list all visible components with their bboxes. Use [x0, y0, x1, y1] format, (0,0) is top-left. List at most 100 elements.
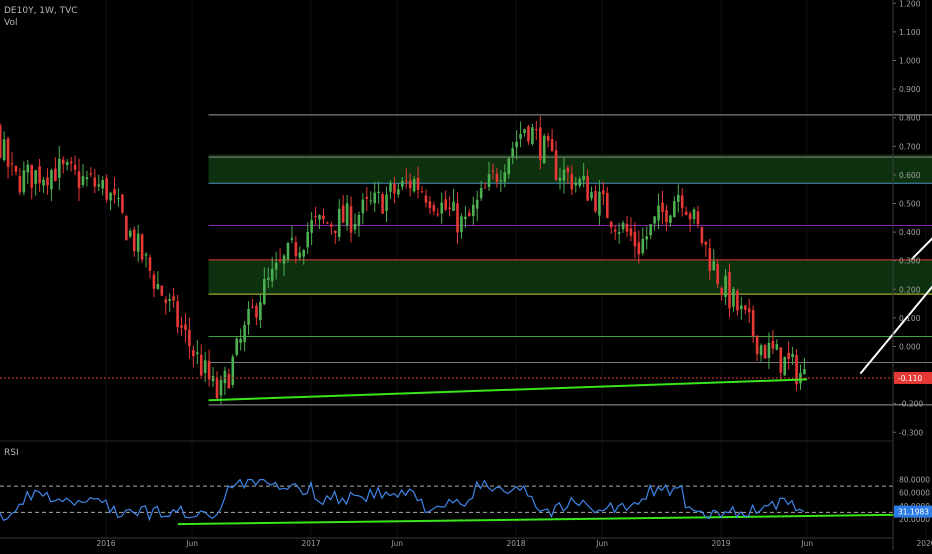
candle-body — [314, 216, 317, 217]
candle-body — [496, 174, 499, 182]
candle-body — [574, 183, 577, 186]
fib-zone-1 — [209, 155, 932, 184]
candle-body — [342, 205, 345, 222]
candle-body — [578, 179, 581, 186]
candle-body — [535, 129, 538, 130]
candle-body — [582, 176, 585, 180]
time-tick-label: 2019 — [711, 539, 730, 548]
candle-body — [693, 209, 696, 219]
candle-body — [66, 162, 69, 165]
candle-body — [90, 173, 93, 174]
candle-body — [594, 191, 597, 212]
candle-body — [748, 308, 751, 312]
candle-body — [618, 232, 621, 234]
time-tick-label: Jun — [390, 539, 403, 548]
candle-body — [373, 193, 376, 204]
candle-body — [184, 324, 187, 330]
candle-body — [224, 371, 227, 384]
candle-body — [38, 166, 41, 183]
candle-body — [26, 165, 29, 173]
candle-body — [626, 224, 629, 232]
candle-body — [50, 170, 53, 189]
candle-body — [669, 216, 672, 223]
candle-body — [756, 336, 759, 355]
candle-body — [685, 212, 688, 215]
candle-body — [417, 178, 420, 190]
candle-body — [476, 200, 479, 209]
candle-body — [523, 129, 526, 133]
candle-body — [82, 176, 85, 185]
candle-body — [247, 309, 250, 325]
time-tick-label: Jun — [185, 539, 198, 548]
candle-body — [634, 232, 637, 247]
candle-body — [488, 174, 491, 187]
candle-body — [11, 163, 14, 164]
candle-body — [413, 179, 416, 191]
candle-body — [74, 165, 77, 170]
price-tick-label: 1.200 — [899, 0, 921, 8]
candle-body — [689, 213, 692, 219]
candle-body — [776, 344, 779, 350]
candle-body — [0, 125, 1, 157]
candle-body — [97, 184, 100, 186]
price-tick-label: 0.300 — [899, 257, 921, 266]
candle-body — [354, 224, 357, 230]
candle-body — [306, 232, 309, 248]
candle-body — [586, 176, 589, 201]
candle-body — [665, 210, 668, 222]
price-tick-label: -0.200 — [899, 400, 923, 409]
candle-body — [377, 192, 380, 193]
candle-body — [760, 345, 763, 355]
candle-body — [291, 238, 294, 240]
candle-body — [507, 158, 510, 174]
candle-body — [697, 211, 700, 224]
candle-body — [125, 216, 128, 240]
candle-body — [153, 274, 156, 288]
candle-body — [539, 127, 542, 159]
candle-body — [389, 183, 392, 192]
candle-body — [255, 306, 258, 318]
candle-body — [78, 171, 81, 188]
candle-body — [409, 181, 412, 189]
candle-body — [133, 230, 136, 252]
candle-body — [180, 325, 183, 327]
candle-body — [295, 242, 298, 256]
candle-body — [228, 374, 231, 389]
candle-body — [405, 181, 408, 182]
candle-body — [350, 206, 353, 233]
price-tick-label: 1.100 — [899, 28, 921, 37]
candle-body — [141, 234, 144, 259]
candle-body — [563, 170, 566, 181]
candle-body — [772, 341, 775, 349]
candle-body — [468, 213, 471, 216]
candle-body — [121, 195, 124, 213]
candle-body — [161, 286, 164, 296]
candle-body — [157, 284, 160, 289]
candle-body — [172, 296, 175, 300]
candle-body — [208, 361, 211, 380]
candle-body — [641, 239, 644, 253]
candle-body — [551, 139, 554, 151]
candle-body — [649, 224, 652, 235]
fib-zone-2 — [209, 260, 932, 294]
candle-body — [622, 223, 625, 229]
symbol-header: DE10Y, 1W, TVC — [4, 6, 78, 16]
candle-body — [744, 305, 747, 309]
candle-body — [472, 205, 475, 216]
chart-root: 0(0.810)0.146(0.662)0.236(0.571)0.382(0.… — [0, 0, 932, 550]
rsi-label: RSI — [4, 448, 19, 458]
candle-body — [346, 203, 349, 225]
candle-body — [606, 193, 609, 218]
rsi-tick-label: 60.0000 — [899, 489, 930, 498]
candle-body — [527, 126, 530, 141]
candle-body — [196, 352, 199, 354]
candle-body — [440, 202, 443, 213]
candle-body — [58, 159, 61, 178]
time-tick-label: 2018 — [506, 539, 525, 548]
candle-body — [500, 180, 503, 181]
candle-body — [716, 264, 719, 284]
candle-body — [279, 259, 282, 260]
candle-body — [610, 222, 613, 228]
candle-body — [168, 299, 171, 301]
candle-body — [334, 231, 337, 234]
